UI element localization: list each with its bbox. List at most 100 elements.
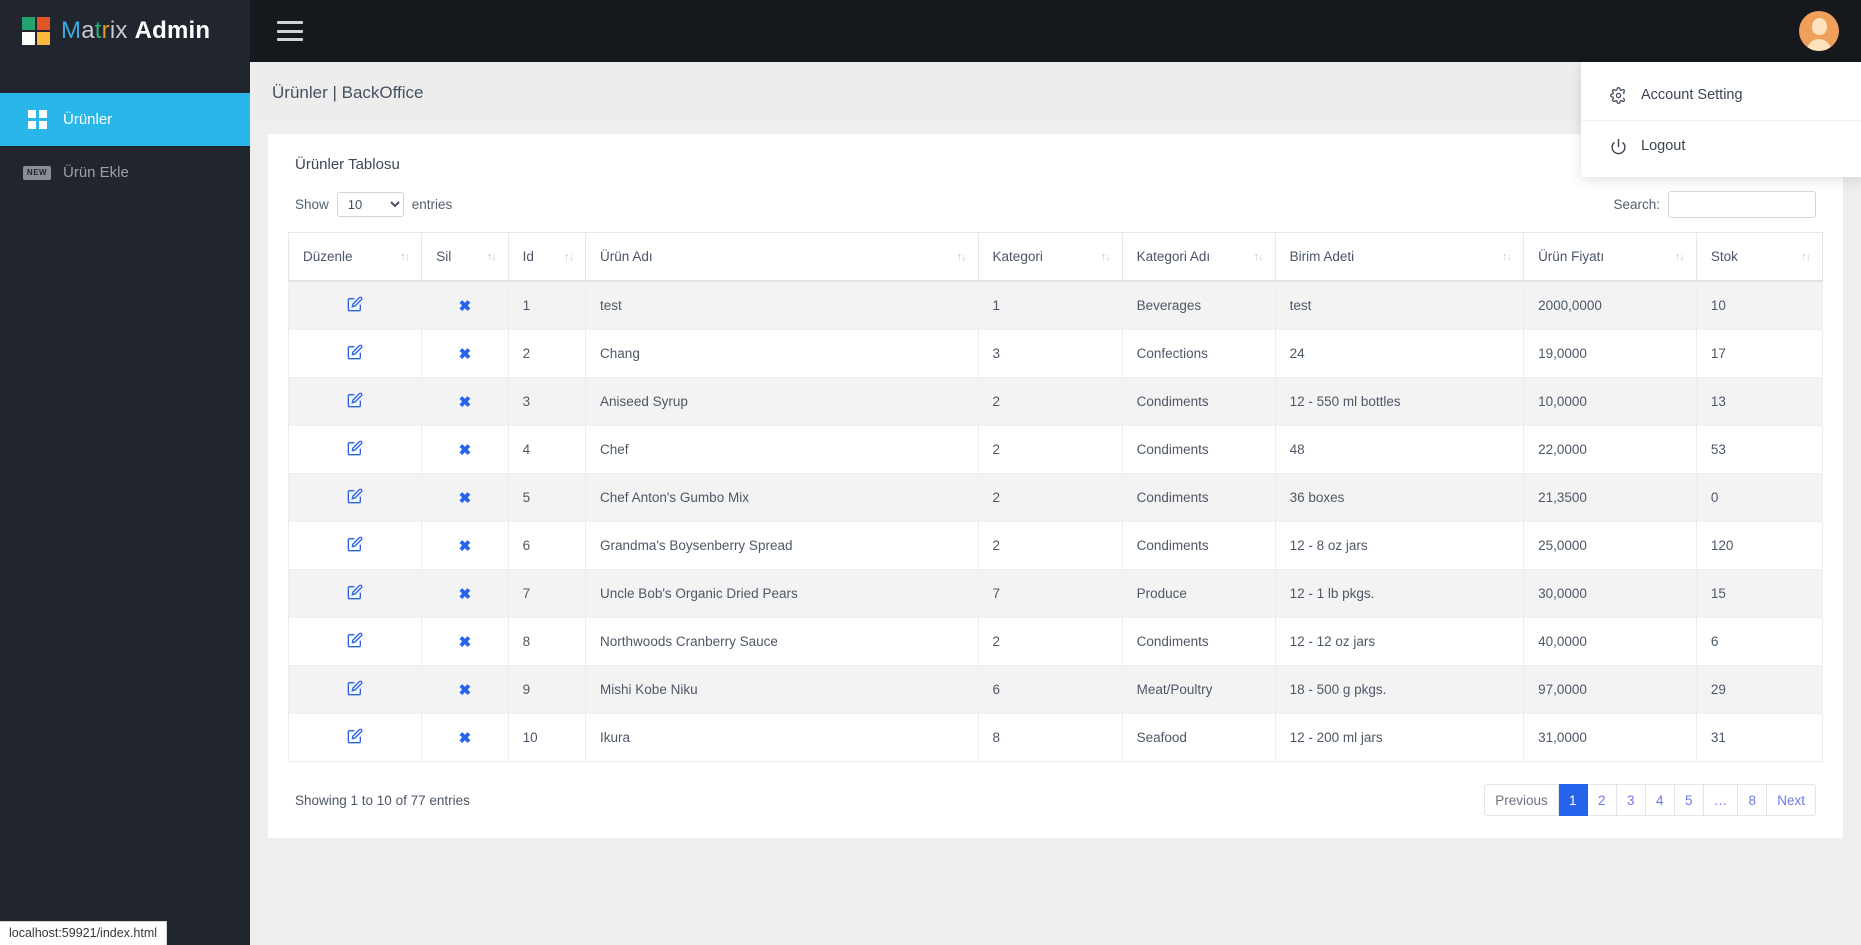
search-input[interactable] <box>1668 191 1816 218</box>
edit-pencil-icon[interactable] <box>347 392 363 411</box>
delete-x-icon[interactable]: ✖ <box>459 441 472 459</box>
edit-cell[interactable] <box>287 713 423 762</box>
page-button-4[interactable]: 4 <box>1645 784 1675 816</box>
delete-cell[interactable]: ✖ <box>421 280 509 330</box>
page-button-3[interactable]: 3 <box>1616 784 1646 816</box>
edit-pencil-icon[interactable] <box>347 632 363 651</box>
delete-cell[interactable]: ✖ <box>421 377 509 426</box>
edit-cell[interactable] <box>287 425 423 474</box>
hamburger-icon[interactable] <box>277 21 303 41</box>
sort-arrows-icon: ↑↓ <box>1502 250 1512 263</box>
delete-x-icon[interactable]: ✖ <box>459 633 472 651</box>
page-button-8[interactable]: 8 <box>1738 784 1768 816</box>
page-button-next[interactable]: Next <box>1767 784 1816 816</box>
cell-urun-fiyati: 40,0000 <box>1523 617 1697 666</box>
sidebar-item-label: Ürün Ekle <box>63 164 129 181</box>
edit-pencil-icon[interactable] <box>347 440 363 459</box>
cell-kategori: 2 <box>977 377 1123 426</box>
edit-cell[interactable] <box>287 473 423 522</box>
edit-pencil-icon[interactable] <box>347 488 363 507</box>
column-header-duzenle[interactable]: Düzenle ↑↓ <box>287 232 423 282</box>
brand-logo[interactable]: Matrix Admin <box>0 0 250 62</box>
cell-kategori: 8 <box>977 713 1123 762</box>
edit-cell[interactable] <box>287 569 423 618</box>
table-row: ✖ 1 test 1 Beverages test 2000,0000 10 <box>287 280 1824 330</box>
column-header-urun-adi[interactable]: Ürün Adı ↑↓ <box>585 232 979 282</box>
edit-pencil-icon[interactable] <box>347 296 363 315</box>
cell-stok: 53 <box>1695 425 1824 474</box>
cell-birim-adeti: 48 <box>1274 425 1525 474</box>
page-button-2[interactable]: 2 <box>1587 784 1617 816</box>
table-row: ✖ 8 Northwoods Cranberry Sauce 2 Condiments 1… <box>287 617 1824 666</box>
cell-kategori-adi: Seafood <box>1121 713 1276 762</box>
cell-kategori: 6 <box>977 665 1123 714</box>
column-header-urun-fiyati[interactable]: Ürün Fiyatı ↑↓ <box>1523 232 1697 282</box>
delete-x-icon[interactable]: ✖ <box>459 585 472 603</box>
edit-cell[interactable] <box>287 665 423 714</box>
edit-cell[interactable] <box>287 521 423 570</box>
edit-cell[interactable] <box>287 617 423 666</box>
column-header-birim-adeti[interactable]: Birim Adeti ↑↓ <box>1274 232 1525 282</box>
pagination: Previous 1 2 3 4 5… 8 Next <box>1484 784 1816 816</box>
cell-id: 10 <box>507 713 587 762</box>
edit-cell[interactable] <box>287 329 423 378</box>
edit-cell[interactable] <box>287 377 423 426</box>
delete-cell[interactable]: ✖ <box>421 713 509 762</box>
menu-item-account-setting[interactable]: Account Setting <box>1581 70 1861 120</box>
cell-id: 3 <box>507 377 587 426</box>
delete-x-icon[interactable]: ✖ <box>459 489 472 507</box>
delete-x-icon[interactable]: ✖ <box>459 729 472 747</box>
page-button-1[interactable]: 1 <box>1558 784 1588 816</box>
delete-cell[interactable]: ✖ <box>421 521 509 570</box>
column-header-stok[interactable]: Stok ↑↓ <box>1695 232 1824 282</box>
delete-x-icon[interactable]: ✖ <box>459 393 472 411</box>
cell-kategori-adi: Condiments <box>1121 617 1276 666</box>
edit-pencil-icon[interactable] <box>347 584 363 603</box>
edit-pencil-icon[interactable] <box>347 728 363 747</box>
cell-kategori: 1 <box>977 280 1123 330</box>
cell-urun-fiyati: 97,0000 <box>1523 665 1697 714</box>
cell-birim-adeti: 12 - 1 lb pkgs. <box>1274 569 1525 618</box>
column-label: Düzenle <box>303 249 353 264</box>
sidebar-item-urun-ekle[interactable]: NEW Ürün Ekle <box>0 146 250 199</box>
delete-cell[interactable]: ✖ <box>421 473 509 522</box>
delete-cell[interactable]: ✖ <box>421 569 509 618</box>
sidebar-item-urunler[interactable]: Ürünler <box>0 93 250 146</box>
column-header-id[interactable]: Id ↑↓ <box>507 232 587 282</box>
delete-cell[interactable]: ✖ <box>421 617 509 666</box>
column-label: Ürün Fiyatı <box>1538 249 1605 264</box>
cell-kategori: 2 <box>977 617 1123 666</box>
delete-x-icon[interactable]: ✖ <box>459 345 472 363</box>
table-row: ✖ 6 Grandma's Boysenberry Spread 2 Condiment… <box>287 521 1824 570</box>
table-header-row: Düzenle ↑↓ Sil ↑↓ Id ↑↓ Ürün Adı ↑↓ Kategori… <box>287 232 1824 282</box>
products-table: Düzenle ↑↓ Sil ↑↓ Id ↑↓ Ürün Adı ↑↓ Kategori… <box>287 232 1824 762</box>
page-length-select[interactable]: 102550100 <box>336 192 404 217</box>
column-header-kategori[interactable]: Kategori ↑↓ <box>977 232 1123 282</box>
delete-cell[interactable]: ✖ <box>421 425 509 474</box>
page-button-previous[interactable]: Previous <box>1484 784 1559 816</box>
cell-kategori-adi: Meat/Poultry <box>1121 665 1276 714</box>
page-button-[interactable]: … <box>1703 784 1739 816</box>
page-button-5[interactable]: 5 <box>1674 784 1704 816</box>
menu-item-logout[interactable]: Logout <box>1581 121 1861 171</box>
search-label: Search: <box>1613 197 1660 212</box>
column-header-kategori-adi[interactable]: Kategori Adı ↑↓ <box>1121 232 1276 282</box>
cell-birim-adeti: 36 boxes <box>1274 473 1525 522</box>
delete-cell[interactable]: ✖ <box>421 665 509 714</box>
power-icon <box>1607 138 1629 155</box>
delete-x-icon[interactable]: ✖ <box>459 537 472 555</box>
edit-pencil-icon[interactable] <box>347 344 363 363</box>
cell-stok: 15 <box>1695 569 1824 618</box>
cell-stok: 120 <box>1695 521 1824 570</box>
edit-cell[interactable] <box>287 280 423 330</box>
delete-cell[interactable]: ✖ <box>421 329 509 378</box>
user-avatar-icon[interactable] <box>1799 11 1839 51</box>
delete-x-icon[interactable]: ✖ <box>459 681 472 699</box>
edit-pencil-icon[interactable] <box>347 680 363 699</box>
cell-stok: 10 <box>1695 280 1824 330</box>
cell-kategori-adi: Beverages <box>1121 280 1276 330</box>
column-header-sil[interactable]: Sil ↑↓ <box>421 232 509 282</box>
edit-pencil-icon[interactable] <box>347 536 363 555</box>
cell-stok: 29 <box>1695 665 1824 714</box>
delete-x-icon[interactable]: ✖ <box>459 297 472 315</box>
